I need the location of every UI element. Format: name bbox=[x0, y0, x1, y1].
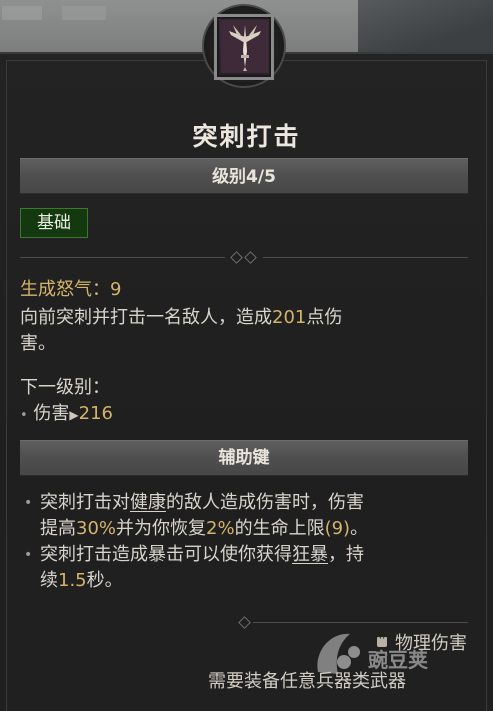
skill-level-bar: 级别4/5 bbox=[20, 158, 468, 194]
mod3-a: 突刺打击造成暴击可以使你获得 bbox=[40, 544, 292, 565]
blurred-item-a bbox=[2, 6, 42, 20]
skill-icon-frame bbox=[214, 14, 274, 80]
desc-suffix-a: 点伤 bbox=[306, 307, 343, 328]
fury-gen-label: 生成怒气： bbox=[20, 279, 110, 300]
desc-prefix: 向前突刺并打击一名敌人，造成 bbox=[20, 307, 272, 328]
next-arrow: ▶ bbox=[69, 408, 79, 422]
bullet-dot: • bbox=[24, 495, 33, 511]
keyword-healthy[interactable]: 健康 bbox=[130, 492, 166, 513]
bullet-dot: • bbox=[24, 547, 33, 563]
ornament-divider bbox=[20, 251, 468, 264]
mod-duration: 1.5 bbox=[58, 570, 87, 591]
fist-icon bbox=[377, 637, 387, 647]
mod4-a: 续 bbox=[40, 570, 58, 591]
damage-type-label: 物理伤害 bbox=[395, 633, 467, 654]
skill-title: 突刺打击 bbox=[192, 122, 301, 151]
mod4-b: 秒。 bbox=[86, 570, 123, 591]
panel-border-left bbox=[6, 60, 7, 711]
mod2-a: 提高 bbox=[40, 518, 76, 539]
sword-skill-icon bbox=[221, 21, 269, 73]
bullet-dot: • bbox=[20, 408, 28, 423]
panel-border-right bbox=[486, 60, 487, 711]
background-scenery bbox=[358, 0, 493, 52]
keyword-berserk[interactable]: 狂暴 bbox=[292, 544, 328, 565]
next-damage-label: 伤害 bbox=[33, 403, 70, 424]
desc-damage-value: 201 bbox=[272, 307, 307, 328]
mod-heal-value: (9) bbox=[324, 518, 351, 539]
modifier-header-bar: 辅助键 bbox=[20, 440, 468, 476]
mod1-a: 突刺打击对 bbox=[40, 492, 130, 513]
mod2-b: 并为你恢复 bbox=[116, 518, 207, 539]
next-level-damage-line: • 伤害▶216 bbox=[20, 401, 113, 429]
modifier-item: • 突刺打击对健康的敌人造成伤害时，伤害 提高30%并为你恢复2%的生命上限(9… bbox=[20, 490, 475, 542]
mod2-c: 的生命上限 bbox=[234, 518, 325, 539]
skill-icon-medallion bbox=[202, 4, 286, 88]
mod-heal-pct: 2% bbox=[206, 518, 235, 539]
blurred-item-b bbox=[62, 6, 106, 20]
weapon-requirement: 需要装备任意兵器类武器 bbox=[208, 671, 406, 692]
skill-description: 向前突刺并打击一名敌人，造成201点伤 害。 bbox=[20, 305, 460, 357]
next-level-label: 下一级别： bbox=[20, 377, 110, 398]
damage-type: 物理伤害 bbox=[375, 629, 467, 655]
next-damage-value: 216 bbox=[78, 403, 113, 424]
mod1-b: 的敌人造成伤害时，伤害 bbox=[166, 492, 364, 513]
fury-generation-line: 生成怒气：9 bbox=[20, 277, 121, 303]
mod2-end: 。 bbox=[350, 518, 369, 539]
mod-damage-pct: 30% bbox=[76, 518, 117, 539]
modifier-item: • 突刺打击造成暴击可以使你获得狂暴，持 续1.5秒。 bbox=[20, 542, 475, 594]
desc-suffix-b: 害。 bbox=[20, 333, 56, 354]
mod3-b: ，持 bbox=[328, 544, 364, 565]
modifier-list: • 突刺打击对健康的敌人造成伤害时，伤害 提高30%并为你恢复2%的生命上限(9… bbox=[20, 490, 475, 594]
fury-gen-value: 9 bbox=[110, 279, 122, 300]
category-badge: 基础 bbox=[20, 208, 88, 238]
